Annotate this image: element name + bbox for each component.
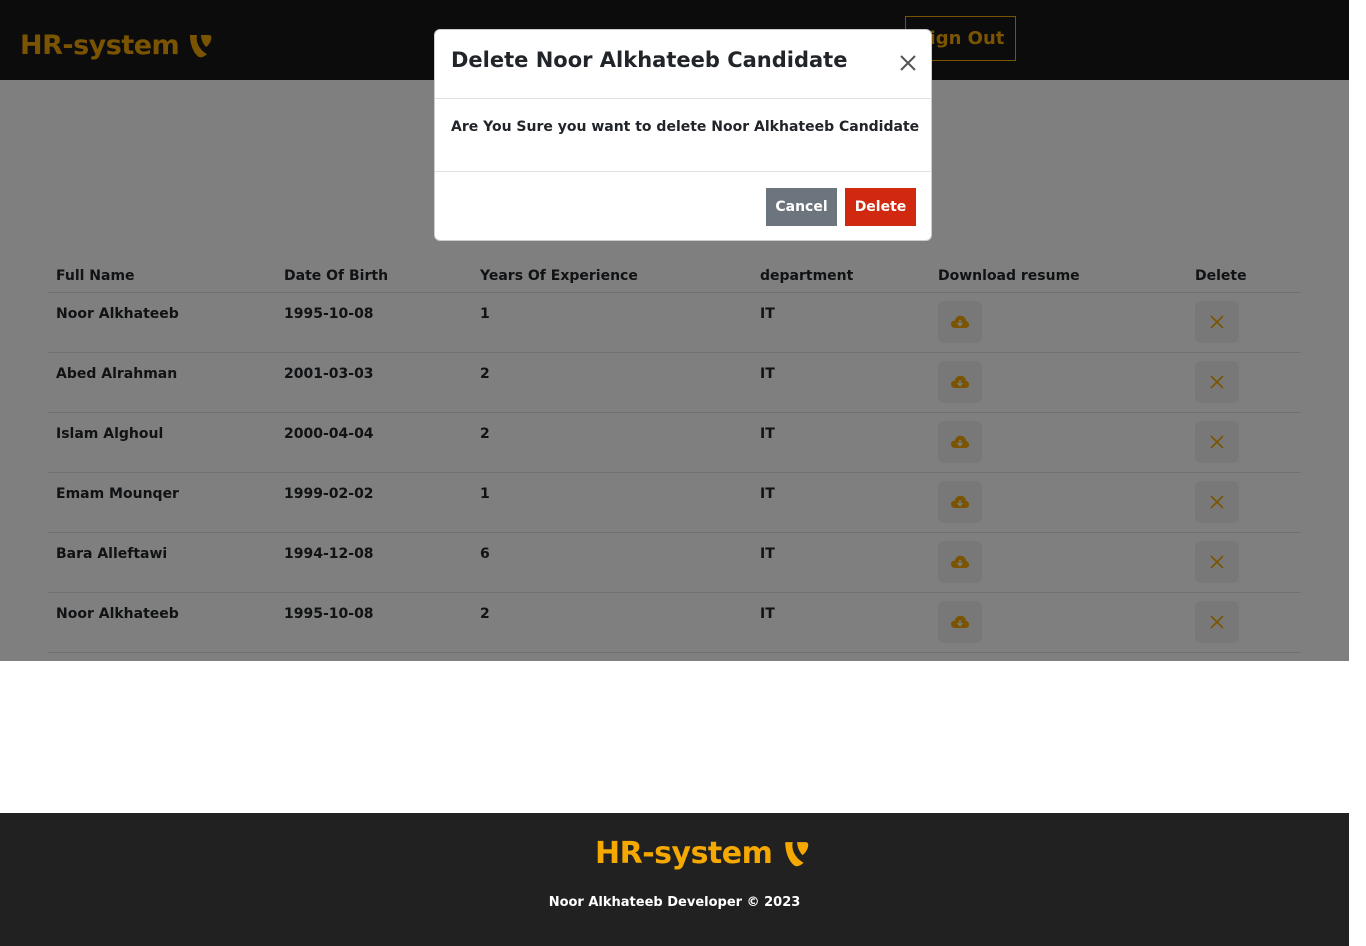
close-icon bbox=[900, 55, 916, 71]
modal-title: Delete Noor Alkhateeb Candidate bbox=[451, 48, 848, 72]
footer-brand-text: HR-system bbox=[595, 836, 773, 871]
modal-body: Are You Sure you want to delete Noor Alk… bbox=[435, 99, 931, 172]
modal-message: Are You Sure you want to delete Noor Alk… bbox=[451, 119, 920, 135]
confirm-delete-button[interactable]: Delete bbox=[845, 188, 916, 226]
copyright-text: Noor Alkhateeb Developer © 2023 bbox=[548, 895, 801, 910]
footer-brand-logo: HR-system bbox=[595, 836, 810, 871]
cancel-button[interactable]: Cancel bbox=[766, 188, 837, 226]
delete-confirm-modal: Delete Noor Alkhateeb Candidate Are You … bbox=[434, 29, 932, 241]
typo3-logo-icon bbox=[782, 840, 810, 868]
modal-footer: Cancel Delete bbox=[435, 172, 931, 242]
footer bbox=[0, 813, 1349, 946]
close-button[interactable] bbox=[897, 52, 919, 74]
modal-header: Delete Noor Alkhateeb Candidate bbox=[435, 30, 931, 99]
